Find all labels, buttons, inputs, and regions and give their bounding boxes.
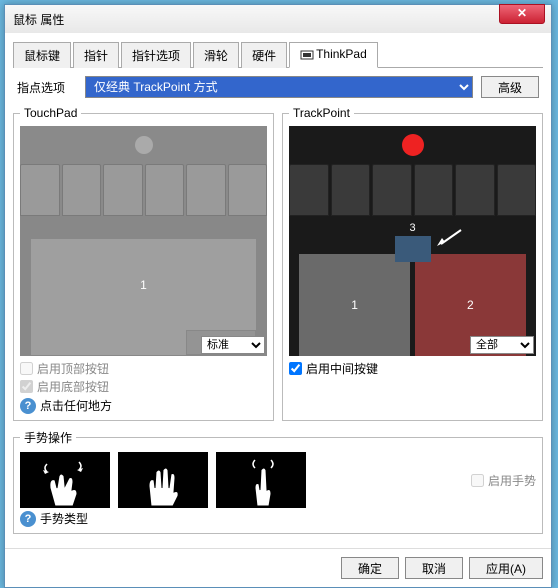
enable-bottom-buttons-check: 启用底部按钮 [20,378,267,395]
tab-pointer-options[interactable]: 指针选项 [121,42,191,68]
touchpad-diagram: 1 2 标准 [20,126,267,356]
titlebar[interactable]: 鼠标 属性 ✕ [5,5,551,33]
trackpoint-legend: TrackPoint [289,106,354,120]
trackpoint-mode-select[interactable]: 全部 [470,336,534,354]
arrow-icon [435,228,465,248]
gesture-tap-icon [216,452,306,508]
dialog-window: 鼠标 属性 ✕ 鼠标键 指针 指针选项 滑轮 硬件 ThinkPad 指点选项 … [4,4,552,588]
tab-bar: 鼠标键 指针 指针选项 滑轮 硬件 ThinkPad [13,41,543,68]
middle-button-zone [395,236,431,262]
touchpad-help[interactable]: ?点击任何地方 [20,397,267,414]
enable-middle-button-check[interactable]: 启用中间按键 [289,360,536,377]
trackpoint-panel: TrackPoint 3 1 2 全部 启 [282,106,543,421]
enable-gestures-check: 启用手势 [471,472,536,489]
tab-mouse-buttons[interactable]: 鼠标键 [13,42,71,68]
window-title: 鼠标 属性 [9,11,547,28]
dialog-footer: 确定 取消 应用(A) [5,548,551,587]
device-panels: TouchPad 1 2 标准 启用顶部按钮 启用底部按钮 ?点击任何地方 [13,106,543,421]
content: 鼠标键 指针 指针选项 滑轮 硬件 ThinkPad 指点选项 仅经典 Trac… [5,33,551,542]
gesture-pinch-icon [20,452,110,508]
ok-button[interactable]: 确定 [341,557,399,579]
trackpoint-nub-disabled [135,136,153,154]
enable-top-buttons-check: 启用顶部按钮 [20,360,267,377]
gesture-threefingers-icon [118,452,208,508]
touchpad-panel: TouchPad 1 2 标准 启用顶部按钮 启用底部按钮 ?点击任何地方 [13,106,274,421]
help-icon: ? [20,398,36,414]
gestures-legend: 手势操作 [20,429,76,446]
pointing-mode-select[interactable]: 仅经典 TrackPoint 方式 [85,76,473,98]
gestures-help[interactable]: ?手势类型 [20,510,536,527]
button-3-label: 3 [409,222,415,234]
touchpad-zone-1: 1 [31,239,256,330]
touchpad-legend: TouchPad [20,106,81,120]
help-icon: ? [20,511,36,527]
cancel-button[interactable]: 取消 [405,557,463,579]
pointing-label: 指点选项 [17,79,77,96]
tab-pointers[interactable]: 指针 [73,42,119,68]
gestures-panel: 手势操作 启用手势 ?手势类型 [13,429,543,534]
tab-thinkpad[interactable]: ThinkPad [289,42,378,68]
trackpoint-diagram: 3 1 2 全部 [289,126,536,356]
left-button-zone: 1 [299,254,410,356]
apply-button[interactable]: 应用(A) [469,557,543,579]
trackpoint-nub [402,134,424,156]
advanced-button[interactable]: 高级 [481,76,539,98]
tab-hardware[interactable]: 硬件 [241,42,287,68]
tab-wheel[interactable]: 滑轮 [193,42,239,68]
touchpad-mode-select[interactable]: 标准 [201,336,265,354]
thinkpad-icon [300,48,314,62]
close-button[interactable]: ✕ [499,4,545,24]
pointing-options-row: 指点选项 仅经典 TrackPoint 方式 高级 [13,76,543,98]
